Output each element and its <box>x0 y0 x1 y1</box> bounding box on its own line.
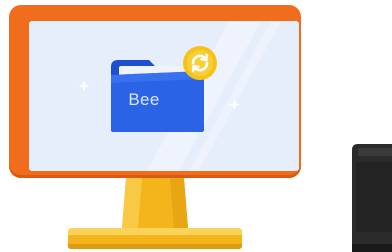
folder-label: Bee <box>128 90 160 109</box>
sparkle-icon <box>228 98 241 111</box>
computer-tower-icon <box>352 144 392 252</box>
illustration: Bee <box>0 0 392 252</box>
monitor-base <box>68 228 242 249</box>
sync-icon <box>182 45 218 81</box>
sparkle-icon <box>78 80 90 92</box>
monitor-stand <box>122 178 188 228</box>
